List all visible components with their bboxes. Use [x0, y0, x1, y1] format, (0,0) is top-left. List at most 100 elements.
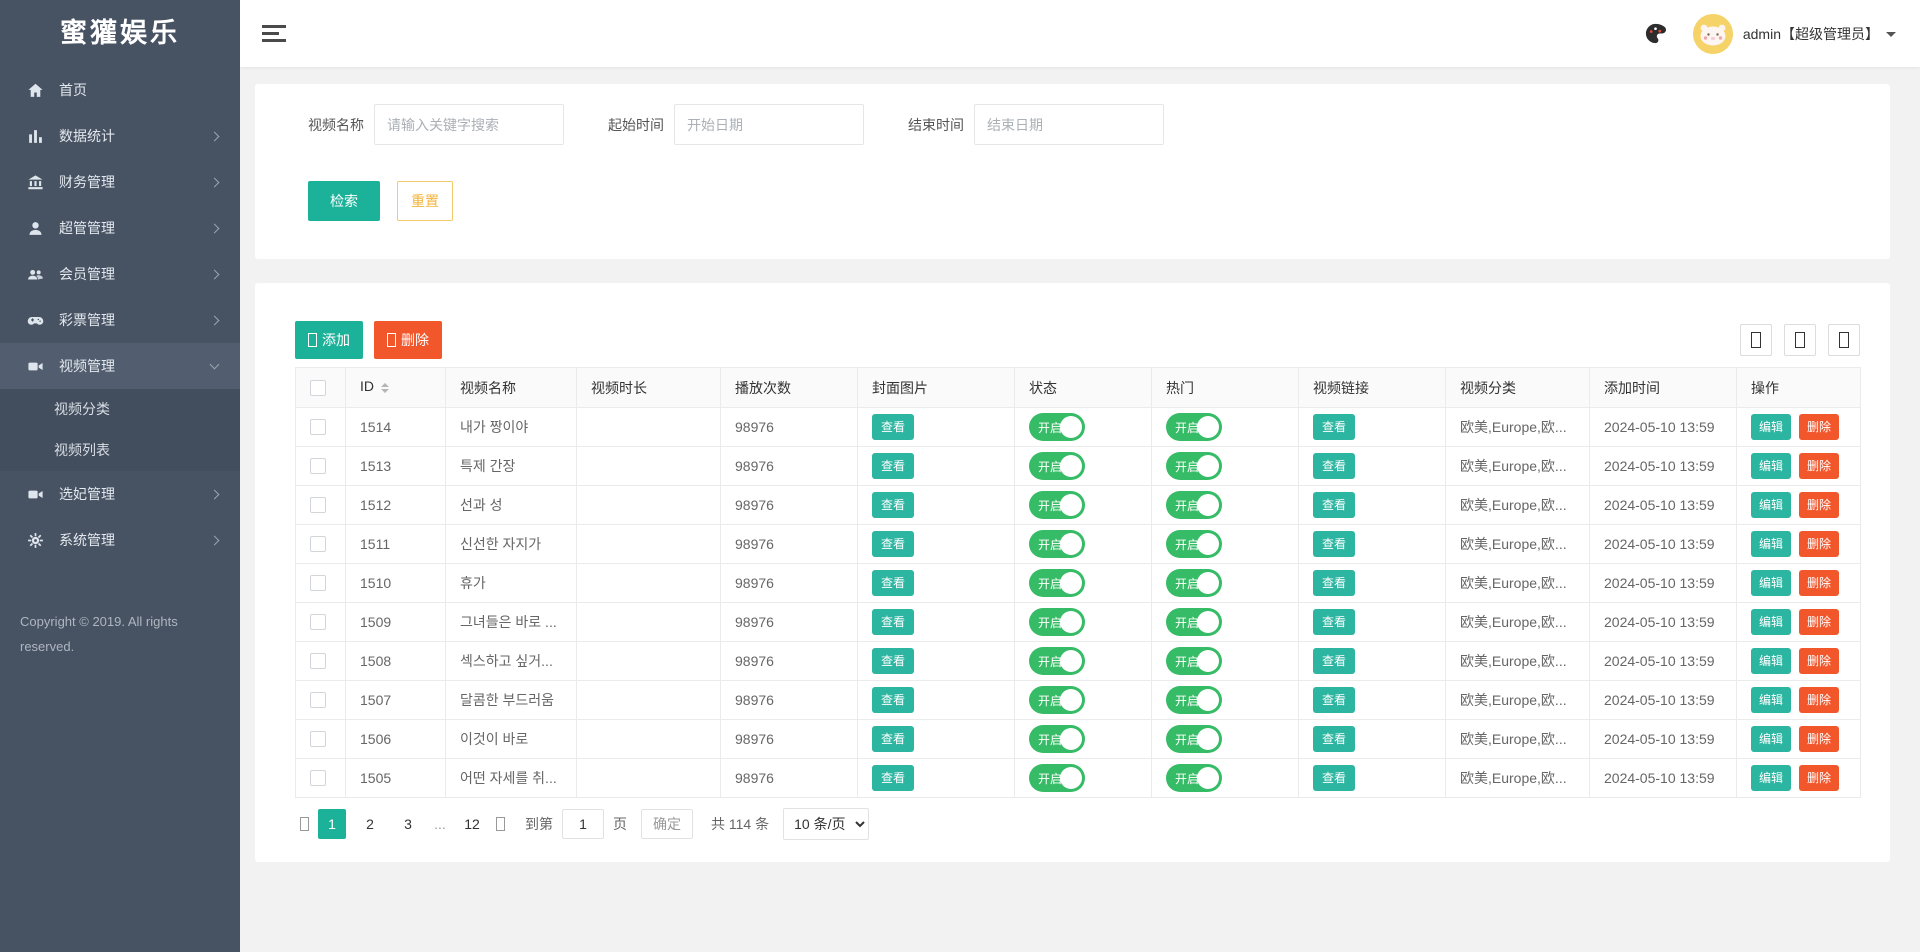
- delete-button[interactable]: 删除: [1799, 453, 1839, 479]
- status-toggle[interactable]: 开启: [1029, 686, 1085, 714]
- sidebar-item-lottery[interactable]: 彩票管理: [0, 297, 240, 343]
- page-12[interactable]: 12: [458, 809, 486, 839]
- page-number-input[interactable]: [562, 809, 604, 839]
- batch-delete-button[interactable]: 删除: [374, 321, 442, 359]
- add-button[interactable]: 添加: [295, 321, 363, 359]
- hot-toggle[interactable]: 开启: [1166, 569, 1222, 597]
- end-date-input[interactable]: [974, 104, 1164, 145]
- view-cover-button[interactable]: 查看: [872, 492, 914, 518]
- view-cover-button[interactable]: 查看: [872, 687, 914, 713]
- status-toggle[interactable]: 开启: [1029, 725, 1085, 753]
- hot-toggle[interactable]: 开启: [1166, 725, 1222, 753]
- sidebar-item-members[interactable]: 会员管理: [0, 251, 240, 297]
- page-2[interactable]: 2: [356, 809, 384, 839]
- delete-button[interactable]: 删除: [1799, 570, 1839, 596]
- hot-toggle[interactable]: 开启: [1166, 686, 1222, 714]
- edit-button[interactable]: 编辑: [1751, 726, 1791, 752]
- view-link-button[interactable]: 查看: [1313, 765, 1355, 791]
- status-toggle[interactable]: 开启: [1029, 764, 1085, 792]
- view-link-button[interactable]: 查看: [1313, 648, 1355, 674]
- sidebar-item-superadmin[interactable]: 超管管理: [0, 205, 240, 251]
- view-link-button[interactable]: 查看: [1313, 414, 1355, 440]
- edit-button[interactable]: 编辑: [1751, 414, 1791, 440]
- delete-button[interactable]: 删除: [1799, 687, 1839, 713]
- row-checkbox[interactable]: [310, 497, 326, 513]
- page-size-select[interactable]: 10 条/页: [783, 808, 869, 840]
- view-link-button[interactable]: 查看: [1313, 609, 1355, 635]
- view-cover-button[interactable]: 查看: [872, 726, 914, 752]
- hot-toggle[interactable]: 开启: [1166, 647, 1222, 675]
- row-checkbox[interactable]: [310, 770, 326, 786]
- start-date-input[interactable]: [674, 104, 864, 145]
- view-link-button[interactable]: 查看: [1313, 570, 1355, 596]
- view-cover-button[interactable]: 查看: [872, 648, 914, 674]
- export-button[interactable]: [1784, 324, 1816, 356]
- row-checkbox[interactable]: [310, 419, 326, 435]
- print-button[interactable]: [1828, 324, 1860, 356]
- edit-button[interactable]: 编辑: [1751, 453, 1791, 479]
- user-menu[interactable]: admin【超级管理员】: [1743, 24, 1879, 44]
- row-checkbox[interactable]: [310, 536, 326, 552]
- status-toggle[interactable]: 开启: [1029, 647, 1085, 675]
- view-cover-button[interactable]: 查看: [872, 453, 914, 479]
- delete-button[interactable]: 删除: [1799, 609, 1839, 635]
- sidebar-item-stats[interactable]: 数据统计: [0, 113, 240, 159]
- filter-columns-button[interactable]: [1740, 324, 1772, 356]
- search-button[interactable]: 检索: [308, 181, 380, 221]
- row-checkbox[interactable]: [310, 653, 326, 669]
- sort-icon[interactable]: [381, 379, 389, 397]
- sidebar-subitem-video-category[interactable]: 视频分类: [0, 389, 240, 430]
- prev-page-button[interactable]: [295, 809, 313, 839]
- row-checkbox[interactable]: [310, 458, 326, 474]
- status-toggle[interactable]: 开启: [1029, 569, 1085, 597]
- edit-button[interactable]: 编辑: [1751, 531, 1791, 557]
- view-cover-button[interactable]: 查看: [872, 414, 914, 440]
- page-3[interactable]: 3: [394, 809, 422, 839]
- status-toggle[interactable]: 开启: [1029, 608, 1085, 636]
- view-cover-button[interactable]: 查看: [872, 609, 914, 635]
- hot-toggle[interactable]: 开启: [1166, 452, 1222, 480]
- status-toggle[interactable]: 开启: [1029, 413, 1085, 441]
- hot-toggle[interactable]: 开启: [1166, 530, 1222, 558]
- user-avatar[interactable]: [1693, 14, 1733, 54]
- delete-button[interactable]: 删除: [1799, 765, 1839, 791]
- status-toggle[interactable]: 开启: [1029, 452, 1085, 480]
- view-link-button[interactable]: 查看: [1313, 531, 1355, 557]
- row-checkbox[interactable]: [310, 575, 326, 591]
- delete-button[interactable]: 删除: [1799, 648, 1839, 674]
- sidebar-item-system[interactable]: 系统管理: [0, 517, 240, 563]
- delete-button[interactable]: 删除: [1799, 414, 1839, 440]
- select-all-checkbox[interactable]: [310, 380, 326, 396]
- next-page-button[interactable]: [491, 809, 509, 839]
- edit-button[interactable]: 编辑: [1751, 687, 1791, 713]
- view-cover-button[interactable]: 查看: [872, 531, 914, 557]
- view-link-button[interactable]: 查看: [1313, 687, 1355, 713]
- delete-button[interactable]: 删除: [1799, 492, 1839, 518]
- hot-toggle[interactable]: 开启: [1166, 413, 1222, 441]
- confirm-page-button[interactable]: 确定: [641, 809, 693, 839]
- page-1[interactable]: 1: [318, 809, 346, 839]
- hot-toggle[interactable]: 开启: [1166, 764, 1222, 792]
- sidebar-item-concubine[interactable]: 选妃管理: [0, 471, 240, 517]
- view-link-button[interactable]: 查看: [1313, 492, 1355, 518]
- edit-button[interactable]: 编辑: [1751, 570, 1791, 596]
- edit-button[interactable]: 编辑: [1751, 492, 1791, 518]
- edit-button[interactable]: 编辑: [1751, 765, 1791, 791]
- view-cover-button[interactable]: 查看: [872, 765, 914, 791]
- edit-button[interactable]: 编辑: [1751, 609, 1791, 635]
- view-link-button[interactable]: 查看: [1313, 453, 1355, 479]
- hot-toggle[interactable]: 开启: [1166, 491, 1222, 519]
- delete-button[interactable]: 删除: [1799, 531, 1839, 557]
- row-checkbox[interactable]: [310, 731, 326, 747]
- sidebar-item-finance[interactable]: 财务管理: [0, 159, 240, 205]
- row-checkbox[interactable]: [310, 614, 326, 630]
- status-toggle[interactable]: 开启: [1029, 491, 1085, 519]
- view-cover-button[interactable]: 查看: [872, 570, 914, 596]
- sidebar-item-home[interactable]: 首页: [0, 67, 240, 113]
- theme-palette-icon[interactable]: [1644, 22, 1667, 45]
- edit-button[interactable]: 编辑: [1751, 648, 1791, 674]
- sidebar-subitem-video-list[interactable]: 视频列表: [0, 430, 240, 471]
- delete-button[interactable]: 删除: [1799, 726, 1839, 752]
- row-checkbox[interactable]: [310, 692, 326, 708]
- sidebar-item-video[interactable]: 视频管理: [0, 343, 240, 389]
